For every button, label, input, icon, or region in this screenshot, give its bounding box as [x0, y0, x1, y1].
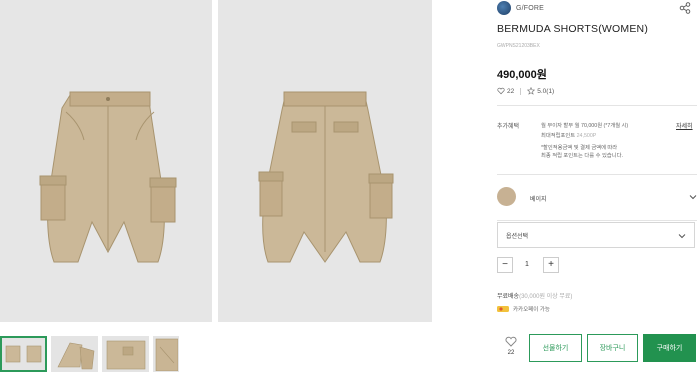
thumbnail-4[interactable] [153, 336, 179, 372]
product-photo-front[interactable] [0, 0, 212, 322]
color-name: 베이지 [530, 197, 547, 203]
heart-icon [497, 87, 505, 95]
brand-logo[interactable] [497, 1, 511, 15]
shorts-front-illustration [39, 91, 177, 263]
chevron-down-icon [678, 234, 686, 239]
like-button[interactable]: 22 [501, 336, 521, 356]
thumbnail-2[interactable] [51, 336, 98, 372]
product-photo-back[interactable] [218, 0, 432, 322]
product-price: 490,000원 [497, 69, 547, 81]
share-icon[interactable] [679, 2, 691, 14]
divider [497, 220, 697, 221]
add-to-cart-button[interactable]: 장바구니 [587, 334, 638, 362]
benefit-details-link[interactable]: 자세히 [676, 121, 693, 130]
divider [520, 87, 522, 95]
like-count: 22 [507, 350, 515, 356]
review-count[interactable]: (1) [546, 88, 554, 95]
product-code: GWPNS21203BEX [497, 43, 540, 49]
color-swatch[interactable] [497, 187, 516, 206]
divider [497, 105, 697, 106]
like-count-text: 22 [507, 87, 515, 95]
heart-icon [505, 336, 517, 347]
quantity-value[interactable]: 1 [525, 261, 529, 268]
benefit-line: 최대적립포인트 24,500P [541, 133, 597, 139]
option-select-label: 옵션선택 [506, 233, 529, 240]
product-stats: 22 5.0 (1) [497, 87, 554, 95]
benefit-line: 최종 적립 포인트는 다를 수 있습니다. [541, 153, 623, 159]
benefit-line: 월 무이자 할부 월 70,000원 (*7개월 시) [541, 123, 629, 129]
thumbnail-3[interactable] [102, 336, 149, 372]
product-title: BERMUDA SHORTS(WOMEN) [497, 23, 649, 35]
buy-now-button[interactable]: 구매하기 [643, 334, 696, 362]
thumbnail-1[interactable] [0, 336, 47, 372]
quantity-plus-button[interactable]: + [543, 257, 559, 273]
brand-row: G/FORE [497, 0, 697, 16]
benefit-label: 추가혜택 [497, 124, 520, 130]
kakaopay-icon [497, 306, 509, 312]
star-icon [527, 87, 536, 95]
divider [497, 174, 697, 175]
shipping-info: 무료배송(30,000원 이상 무료) [497, 294, 573, 300]
rating-value[interactable]: 5.0 [537, 88, 546, 95]
gift-button[interactable]: 선물하기 [529, 334, 582, 362]
payment-info: 카카오페이 가능 [497, 305, 550, 313]
brand-name[interactable]: G/FORE [516, 5, 544, 12]
chevron-down-icon[interactable] [689, 193, 697, 201]
benefit-line: *할인적용금액 및 결제 금액에 따라 [541, 145, 618, 151]
shorts-back-illustration [258, 91, 394, 263]
option-select[interactable]: 옵션선택 [497, 222, 695, 248]
quantity-minus-button[interactable]: − [497, 257, 513, 273]
thumbnail-strip [0, 336, 179, 372]
